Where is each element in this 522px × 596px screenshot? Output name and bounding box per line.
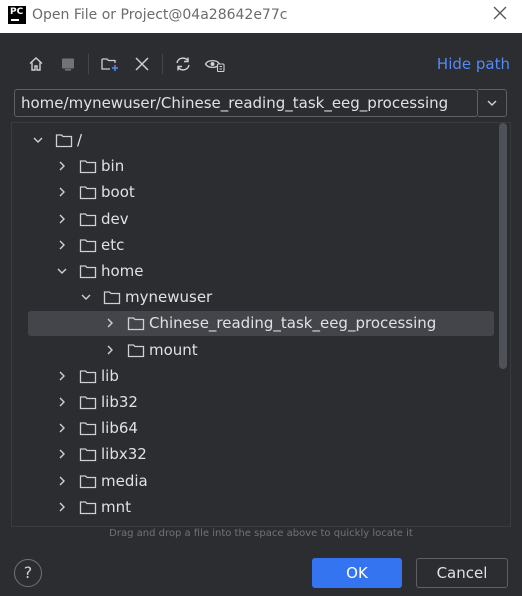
refresh-icon[interactable]	[172, 53, 194, 75]
close-icon[interactable]	[490, 5, 510, 25]
help-button[interactable]: ?	[14, 559, 42, 587]
chevron-down-icon[interactable]	[32, 134, 44, 146]
hide-path-link[interactable]: Hide path	[437, 55, 510, 73]
tree-row[interactable]: mnt	[12, 495, 502, 521]
tree-row[interactable]: etc	[12, 233, 502, 259]
tree-item-label: libx32	[101, 445, 147, 464]
folder-icon	[79, 160, 97, 174]
chevron-right-icon[interactable]	[104, 344, 116, 356]
folder-icon	[103, 291, 121, 305]
file-tree[interactable]: / bin boot dev etc home mynewuser Chinese_readi…	[11, 122, 511, 527]
folder-icon	[79, 239, 97, 252]
folder-icon	[79, 396, 97, 410]
toolbar-separator	[88, 54, 89, 74]
delete-icon[interactable]	[131, 53, 153, 75]
tree-row[interactable]: media	[12, 469, 502, 495]
toolbar-separator	[162, 54, 163, 74]
tree-item-label: mount	[149, 340, 198, 359]
chevron-down-icon[interactable]	[80, 291, 92, 303]
folder-icon	[79, 265, 97, 279]
tree-item-label: dev	[101, 209, 129, 228]
tree-item-label: mynewuser	[125, 288, 213, 307]
folder-icon	[127, 343, 145, 357]
chevron-down-icon[interactable]	[56, 265, 68, 277]
tree-item-label: lib32	[101, 393, 138, 411]
tree-row[interactable]: /	[12, 128, 502, 154]
tree-row[interactable]: lib64	[12, 416, 502, 442]
folder-icon	[79, 212, 97, 226]
tree-item-label: bin	[101, 157, 125, 176]
chevron-right-icon[interactable]	[56, 213, 68, 225]
tree-row[interactable]: lib32	[12, 390, 502, 416]
folder-icon	[79, 526, 97, 527]
ok-button[interactable]: OK	[312, 558, 402, 588]
tree-row[interactable]: libx32	[12, 442, 502, 468]
chevron-right-icon[interactable]	[56, 448, 68, 460]
pycharm-logo-icon: PC	[8, 6, 26, 24]
tree-item-label: etc	[101, 235, 125, 254]
folder-icon	[79, 370, 97, 383]
folder-icon	[79, 474, 97, 488]
chevron-right-icon[interactable]	[56, 160, 68, 172]
chevron-right-icon[interactable]	[56, 186, 68, 198]
chevron-right-icon[interactable]	[56, 475, 68, 487]
title-bar: PC Open File or Project@04a28642e77c	[0, 0, 522, 33]
folder-icon	[79, 422, 97, 436]
chevron-down-icon	[487, 100, 497, 106]
tree-item-label: Chinese_reading_task_eeg_processing	[149, 314, 437, 333]
path-field[interactable]	[14, 89, 478, 117]
chevron-right-icon[interactable]	[56, 501, 68, 513]
home-icon[interactable]	[25, 53, 47, 75]
folder-icon	[79, 501, 97, 514]
tree-row[interactable]: boot	[12, 180, 502, 206]
folder-icon	[127, 317, 145, 331]
tree-row-selected[interactable]: Chinese_reading_task_eeg_processing	[12, 311, 502, 337]
toolbar: Hide path	[0, 50, 522, 78]
logo-text: PC	[10, 7, 24, 17]
folder-icon	[79, 448, 97, 462]
tree-row[interactable]: home	[12, 259, 502, 285]
tree-item-label: mnt	[101, 497, 131, 516]
folder-icon	[79, 186, 97, 200]
tree-row[interactable]	[12, 521, 502, 527]
chevron-right-icon[interactable]	[56, 422, 68, 434]
path-history-dropdown[interactable]	[478, 89, 507, 117]
show-hidden-icon[interactable]	[204, 53, 226, 75]
window-title: Open File or Project@04a28642e77c	[32, 7, 288, 23]
folder-icon	[55, 134, 73, 148]
chevron-right-icon[interactable]	[56, 370, 68, 382]
chevron-right-icon[interactable]	[56, 396, 68, 408]
new-folder-icon[interactable]	[99, 53, 121, 75]
tree-item-label: media	[101, 471, 148, 490]
tree-item-label: lib	[101, 366, 119, 385]
desktop-icon[interactable]	[57, 53, 79, 75]
cancel-button[interactable]: Cancel	[416, 558, 508, 588]
tree-item-label: lib64	[101, 419, 138, 438]
tree-row[interactable]: dev	[12, 207, 502, 233]
path-input[interactable]	[15, 90, 477, 116]
tree-row[interactable]: mount	[12, 338, 502, 364]
tree-row[interactable]: bin	[12, 154, 502, 180]
chevron-right-icon[interactable]	[104, 317, 116, 329]
tree-item-label: boot	[101, 183, 135, 202]
tree-item-label: /	[77, 131, 83, 149]
tree-item-label: home	[101, 262, 144, 280]
tree-row[interactable]: lib	[12, 364, 502, 390]
drag-drop-hint: Drag and drop a file into the space abov…	[109, 528, 413, 539]
chevron-right-icon[interactable]	[56, 239, 68, 251]
tree-row[interactable]: mynewuser	[12, 285, 502, 311]
